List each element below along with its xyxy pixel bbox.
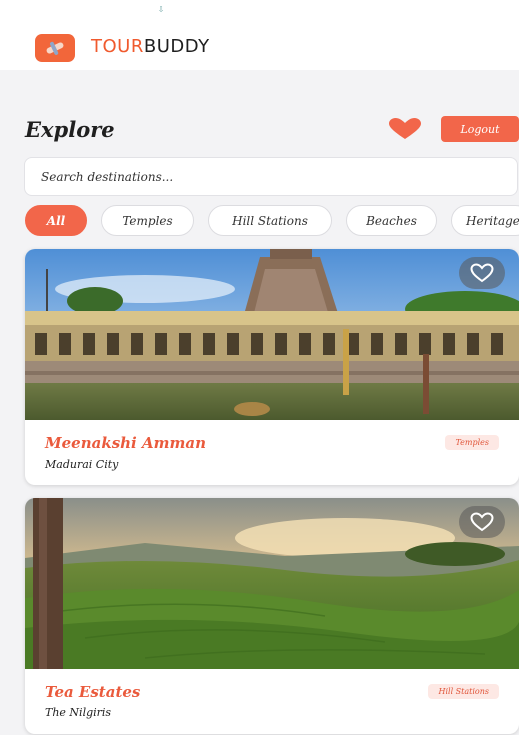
app-brand: TOURBUDDY (91, 36, 210, 57)
brand-part-2: BUDDY (143, 36, 210, 57)
destination-card[interactable]: Tea Estates The Nilgiris Hill Stations (25, 498, 519, 734)
destination-card[interactable]: Meenakshi Amman Madurai City Temples (25, 249, 519, 485)
destination-location: Madurai City (45, 458, 119, 471)
heart-outline-icon (470, 512, 494, 532)
favorites-heart-icon[interactable] (389, 118, 421, 140)
status-indicator-icon: ⇩ (157, 5, 165, 14)
card-favorite-button[interactable] (459, 506, 505, 538)
logout-button[interactable]: Logout (441, 116, 519, 142)
search-input[interactable] (25, 158, 517, 195)
category-chip-beaches[interactable]: Beaches (346, 205, 437, 236)
card-favorite-button[interactable] (459, 257, 505, 289)
category-chip-all[interactable]: All (25, 205, 87, 236)
search-field[interactable] (24, 157, 518, 196)
category-badge: Hill Stations (428, 684, 499, 699)
category-chip-temples[interactable]: Temples (101, 205, 194, 236)
category-chip-heritage[interactable]: Heritage (451, 205, 519, 236)
category-chip-hill-stations[interactable]: Hill Stations (208, 205, 332, 236)
page-title: Explore (25, 117, 115, 142)
destination-name: Meenakshi Amman (45, 434, 206, 452)
app-logo-icon (35, 34, 75, 62)
destination-image (25, 249, 519, 420)
heart-outline-icon (470, 263, 494, 283)
app-header: ⇩ TOURBUDDY (0, 0, 519, 70)
brand-part-1: TOUR (91, 36, 144, 57)
destination-name: Tea Estates (45, 683, 141, 701)
destination-location: The Nilgiris (45, 706, 112, 719)
destination-image (25, 498, 519, 669)
category-badge: Temples (445, 435, 499, 450)
